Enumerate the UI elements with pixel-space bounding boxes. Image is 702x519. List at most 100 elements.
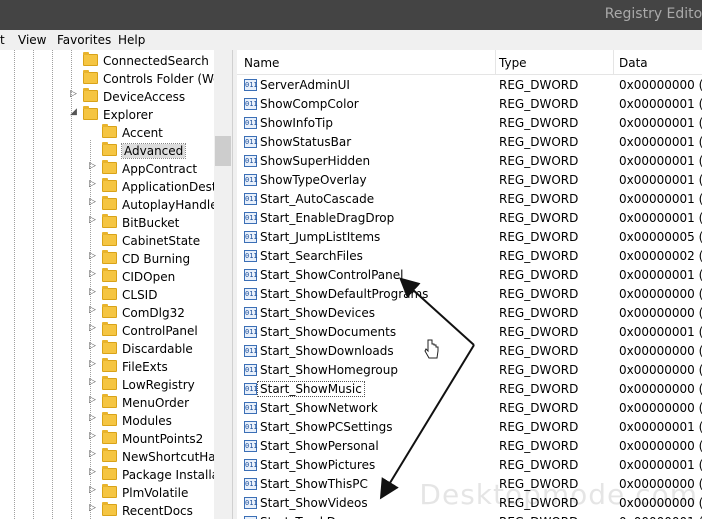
value-row[interactable]: 011ShowSuperHidden REG_DWORD 0x00000001 (1… bbox=[237, 152, 702, 171]
value-name: Start_ShowThisPC bbox=[260, 477, 368, 491]
value-row[interactable]: 011 Start_ShowPersonal REG_DWORD 0x00000000… bbox=[237, 437, 702, 456]
tree-scrollbar-thumb[interactable] bbox=[215, 136, 231, 166]
expand-arrow-icon[interactable]: ▷ bbox=[89, 359, 99, 369]
value-row[interactable]: 011Start_ShowMusic REG_DWORD 0x00000000 (0… bbox=[237, 380, 702, 399]
expand-arrow-icon[interactable]: ▷ bbox=[89, 251, 99, 261]
expand-arrow-icon[interactable]: ▷ bbox=[89, 503, 99, 513]
value-data: 0x00000001 (1) bbox=[619, 135, 702, 149]
folder-icon bbox=[83, 70, 98, 84]
value-type: REG_DWORD bbox=[499, 458, 579, 472]
registry-dword-icon: 011 bbox=[244, 212, 258, 224]
folder-icon bbox=[102, 448, 117, 462]
folder-icon bbox=[102, 160, 117, 174]
tree-node-label: ConnectedSearch bbox=[103, 54, 209, 68]
expand-arrow-icon[interactable]: ▷ bbox=[89, 449, 99, 459]
value-row[interactable]: 011Start_TrackDocsREG_DWORD0x00000001 (1… bbox=[237, 513, 702, 519]
value-row[interactable]: 011 Start_ShowDefaultPrograms REG_DWORD 0x0… bbox=[237, 285, 702, 304]
value-name: Start_SearchFiles bbox=[260, 249, 363, 263]
value-row[interactable]: 011 Start_ShowDownloads REG_DWORD 0x0000000… bbox=[237, 342, 702, 361]
menu-favorites[interactable]: Favorites bbox=[57, 33, 111, 47]
value-name: Start_EnableDragDrop bbox=[260, 211, 395, 225]
expand-arrow-icon[interactable]: ▷ bbox=[89, 287, 99, 297]
value-name: ShowCompColor bbox=[260, 97, 359, 111]
expand-arrow-icon[interactable]: ▷ bbox=[89, 467, 99, 477]
expand-arrow-icon[interactable]: ▷ bbox=[89, 305, 99, 315]
menu-help[interactable]: Help bbox=[118, 33, 145, 47]
folder-icon bbox=[102, 268, 117, 282]
value-row[interactable]: 011 Start_EnableDragDrop REG_DWORD 0x000000… bbox=[237, 209, 702, 228]
value-row[interactable]: 011 Start_ShowControlPanel REG_DWORD 0x0000… bbox=[237, 266, 702, 285]
tree-scrollbar[interactable] bbox=[214, 50, 232, 519]
registry-dword-icon: 011 bbox=[244, 98, 258, 110]
expand-arrow-icon[interactable]: ▷ bbox=[89, 377, 99, 387]
value-row[interactable]: 011 Start_SearchFiles REG_DWORD 0x00000002 … bbox=[237, 247, 702, 266]
expand-arrow-icon[interactable]: ▷ bbox=[89, 485, 99, 495]
tree-node-label: Accent bbox=[122, 126, 163, 140]
expand-arrow-icon[interactable]: ▷ bbox=[89, 431, 99, 441]
value-row[interactable]: 011 Start_ShowDocuments REG_DWORD 0x0000000… bbox=[237, 323, 702, 342]
value-row[interactable]: 011ShowCompColor REG_DWORD 0x00000001 (1) bbox=[237, 95, 702, 114]
value-name: Start_ShowDevices bbox=[260, 306, 375, 320]
value-row[interactable]: 011 Start_ShowDevices REG_DWORD 0x00000000 … bbox=[237, 304, 702, 323]
registry-dword-icon: 011 bbox=[244, 193, 258, 205]
folder-icon bbox=[102, 376, 117, 390]
expand-arrow-icon[interactable]: ▷ bbox=[89, 161, 99, 171]
menu-edit[interactable]: t bbox=[0, 33, 5, 47]
value-type: REG_DWORD bbox=[499, 325, 579, 339]
value-name: Start_ShowHomegroup bbox=[260, 363, 398, 377]
value-row[interactable]: 011ShowStatusBar REG_DWORD 0x00000001 (1) bbox=[237, 133, 702, 152]
expand-arrow-icon[interactable]: ▷ bbox=[70, 89, 80, 99]
expand-arrow-icon[interactable]: ▷ bbox=[89, 269, 99, 279]
expand-arrow-icon[interactable]: ▷ bbox=[89, 413, 99, 423]
folder-icon bbox=[102, 394, 117, 408]
folder-icon bbox=[102, 142, 117, 156]
tree-node-label: RecentDocs bbox=[122, 504, 193, 518]
value-row[interactable]: 011 Start_AutoCascade REG_DWORD 0x00000001 … bbox=[237, 190, 702, 209]
folder-icon bbox=[102, 322, 117, 336]
value-row[interactable]: 011ShowInfoTip REG_DWORD 0x00000001 (1) bbox=[237, 114, 702, 133]
registry-dword-icon: 011 bbox=[244, 79, 258, 91]
value-name: Start_ShowMusic bbox=[257, 381, 365, 397]
column-data[interactable]: Data bbox=[619, 56, 648, 70]
value-type: REG_DWORD bbox=[499, 401, 579, 415]
value-row[interactable]: 011ShowTypeOverlay REG_DWORD 0x00000001 (1… bbox=[237, 171, 702, 190]
registry-dword-icon: 011 bbox=[244, 440, 258, 452]
value-row[interactable]: 011 Start_ShowHomegroup REG_DWORD 0x0000000… bbox=[237, 361, 702, 380]
window-title: Registry Editor bbox=[604, 6, 702, 22]
folder-icon bbox=[102, 124, 117, 138]
value-name: Start_TrackDocs bbox=[260, 515, 356, 519]
registry-dword-icon: 011 bbox=[244, 307, 258, 319]
folder-icon bbox=[102, 340, 117, 354]
column-name[interactable]: Name bbox=[244, 56, 279, 70]
value-row[interactable]: 011 Start_ShowNetwork REG_DWORD 0x00000000 … bbox=[237, 399, 702, 418]
values-list[interactable]: Name Type Data 011 ServerAdminUI REG_DWORD… bbox=[237, 50, 702, 519]
value-name: ShowSuperHidden bbox=[260, 154, 371, 168]
folder-icon bbox=[102, 484, 117, 498]
value-data: 0x00000000 (0) bbox=[619, 306, 702, 320]
key-tree[interactable]: ConnectedSearch Controls Folder (Wow ▷ Devi… bbox=[0, 50, 232, 519]
expand-arrow-icon[interactable]: ◢ bbox=[70, 107, 80, 117]
menu-view[interactable]: View bbox=[18, 33, 46, 47]
value-row[interactable]: 011 Start_ShowPCSettings REG_DWORD 0x000000… bbox=[237, 418, 702, 437]
expand-arrow-icon[interactable]: ▷ bbox=[89, 215, 99, 225]
value-row[interactable]: 011 Start_JumpListItems REG_DWORD 0x0000000… bbox=[237, 228, 702, 247]
registry-dword-icon: 011 bbox=[244, 345, 258, 357]
menu-bar: t View Favorites Help bbox=[0, 30, 702, 50]
expand-arrow-icon[interactable]: ▷ bbox=[89, 323, 99, 333]
expand-arrow-icon[interactable]: ▷ bbox=[89, 197, 99, 207]
column-type[interactable]: Type bbox=[499, 56, 527, 70]
tree-node-label: Advanced bbox=[120, 143, 187, 159]
value-type: REG_DWORD bbox=[499, 363, 579, 377]
registry-dword-icon: 011 bbox=[244, 269, 258, 281]
value-type: REG_DWORD bbox=[499, 344, 579, 358]
expand-arrow-icon[interactable]: ▷ bbox=[89, 179, 99, 189]
expand-arrow-icon[interactable]: ▷ bbox=[89, 395, 99, 405]
value-row[interactable]: 011ServerAdminUI REG_DWORD 0x00000000 (0) bbox=[237, 76, 702, 95]
value-name: Start_ShowPersonal bbox=[260, 439, 379, 453]
value-row[interactable]: 011 Start_ShowPictures REG_DWORD 0x00000001… bbox=[237, 456, 702, 475]
value-name: Start_AutoCascade bbox=[260, 192, 375, 206]
folder-icon bbox=[102, 232, 117, 246]
tree-node-label: CIDOpen bbox=[122, 270, 176, 284]
value-name: ServerAdminUI bbox=[260, 78, 350, 92]
expand-arrow-icon[interactable]: ▷ bbox=[89, 341, 99, 351]
